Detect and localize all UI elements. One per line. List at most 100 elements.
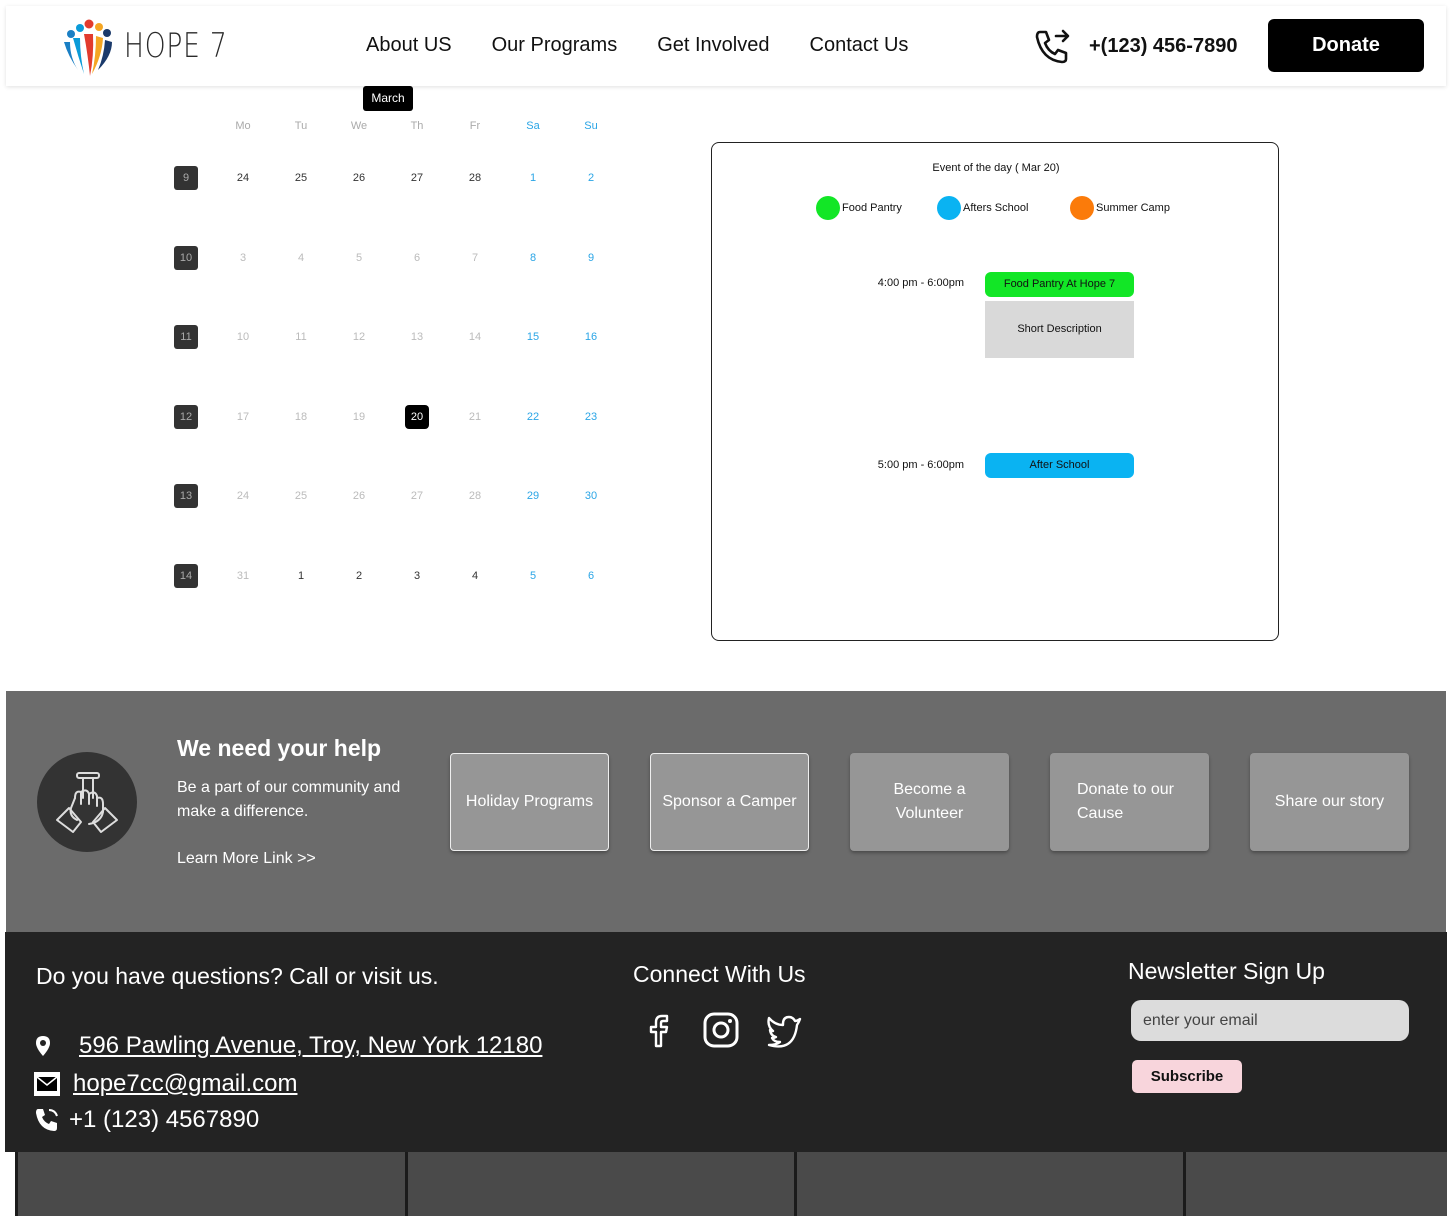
summer-camp-dot-icon (1070, 196, 1094, 220)
calendar-day[interactable]: 19 (339, 405, 379, 429)
month-tooltip: March (363, 86, 413, 111)
calendar-day[interactable]: 4 (455, 564, 495, 588)
instagram-icon[interactable] (701, 1010, 741, 1050)
calendar-day[interactable]: 24 (223, 166, 263, 190)
week-number: 12 (174, 405, 198, 429)
calendar-day[interactable]: 9 (571, 246, 611, 270)
after-school-dot-icon (937, 196, 961, 220)
calendar-day[interactable]: 15 (513, 325, 553, 349)
footer-phone[interactable]: +1 (123) 4567890 (69, 1106, 259, 1134)
calendar-day[interactable]: 4 (281, 246, 321, 270)
nav-get-involved[interactable]: Get Involved (657, 34, 769, 57)
calendar-day[interactable]: 14 (455, 325, 495, 349)
calendar-day[interactable]: 8 (513, 246, 553, 270)
calendar-day[interactable]: 29 (513, 484, 553, 508)
event-of-the-day-panel: Event of the day ( Mar 20) Food Pantry A… (711, 142, 1279, 641)
weekday-label: We (350, 120, 368, 132)
legend-label: Food Pantry (842, 202, 902, 214)
calendar-day[interactable]: 25 (281, 166, 321, 190)
food-pantry-dot-icon (816, 196, 840, 220)
calendar-day[interactable]: 7 (455, 246, 495, 270)
bottom-panel (1183, 1152, 1447, 1216)
nav-contact-us[interactable]: Contact Us (810, 34, 909, 57)
calendar-day-selected[interactable]: 20 (405, 405, 429, 429)
weekday-label: Th (410, 120, 424, 132)
help-section: We need your help Be a part of our commu… (6, 691, 1446, 933)
calendar-day[interactable]: 26 (339, 166, 379, 190)
logo[interactable]: HOPE 7 (58, 16, 257, 76)
card-donate-to-our-cause[interactable]: Donate to our Cause (1050, 753, 1209, 851)
newsletter-email-input[interactable] (1131, 1000, 1409, 1041)
calendar-day[interactable]: 1 (281, 564, 321, 588)
card-become-a-volunteer[interactable]: Become a Volunteer (850, 753, 1009, 851)
calendar-day[interactable]: 3 (397, 564, 437, 588)
nav-about-us[interactable]: About US (366, 34, 452, 57)
week-number: 14 (174, 564, 198, 588)
address-link[interactable]: 596 Pawling Avenue, Troy, New York 12180 (79, 1032, 542, 1060)
learn-more-link[interactable]: Learn More Link >> (177, 850, 316, 868)
card-holiday-programs[interactable]: Holiday Programs (450, 753, 609, 851)
main-nav: About US Our Programs Get Involved Conta… (366, 34, 908, 57)
location-pin-icon (36, 1036, 50, 1056)
mail-icon (34, 1072, 60, 1096)
weekday-label: Fr (469, 120, 481, 132)
contact-heading: Do you have questions? Call or visit us. (36, 963, 439, 989)
hope7-logo-icon (64, 19, 112, 76)
weekday-label: Su (584, 120, 598, 132)
calendar-day[interactable]: 5 (513, 564, 553, 588)
help-title: We need your help (177, 735, 382, 761)
legend-food-pantry: Food Pantry (816, 196, 902, 220)
calendar-day[interactable]: 25 (281, 484, 321, 508)
calendar-day[interactable]: 6 (397, 246, 437, 270)
calendar-day[interactable]: 18 (281, 405, 321, 429)
calendar-day[interactable]: 13 (397, 325, 437, 349)
calendar-day[interactable]: 28 (455, 484, 495, 508)
twitter-icon[interactable] (764, 1010, 804, 1050)
calendar-day[interactable]: 10 (223, 325, 263, 349)
connect-heading: Connect With Us (633, 961, 806, 987)
email-link[interactable]: hope7cc@gmail.com (73, 1070, 297, 1098)
event-food-pantry[interactable]: Food Pantry At Hope 7 (985, 272, 1134, 297)
calendar-day[interactable]: 24 (223, 484, 263, 508)
donate-button[interactable]: Donate (1268, 19, 1424, 72)
calendar-day[interactable]: 30 (571, 484, 611, 508)
calendar-day[interactable]: 3 (223, 246, 263, 270)
calendar-day[interactable]: 31 (223, 564, 263, 588)
calendar-day[interactable]: 21 (455, 405, 495, 429)
card-sponsor-a-camper[interactable]: Sponsor a Camper (650, 753, 809, 851)
legend-label: Summer Camp (1096, 202, 1170, 214)
week-number: 13 (174, 484, 198, 508)
weekday-label: Mo (235, 120, 251, 132)
calendar-day[interactable]: 2 (571, 166, 611, 190)
calendar-day[interactable]: 5 (339, 246, 379, 270)
page: HOPE 7 About US Our Programs Get Involve… (0, 0, 1452, 1216)
weekday-label: Tu (294, 120, 308, 132)
newsletter-heading: Newsletter Sign Up (1128, 958, 1325, 984)
calendar-day[interactable]: 26 (339, 484, 379, 508)
email-row: hope7cc@gmail.com (33, 1070, 297, 1098)
header-phone[interactable]: +(123) 456-7890 (1089, 35, 1237, 58)
calendar-day[interactable]: 27 (397, 484, 437, 508)
calendar-day[interactable]: 17 (223, 405, 263, 429)
nav-our-programs[interactable]: Our Programs (492, 34, 618, 57)
subscribe-button[interactable]: Subscribe (1132, 1060, 1242, 1093)
bottom-panel (794, 1152, 1186, 1216)
calendar-day[interactable]: 23 (571, 405, 611, 429)
calendar-day[interactable]: 16 (571, 325, 611, 349)
facebook-icon[interactable] (639, 1010, 679, 1050)
calendar-day[interactable]: 12 (339, 325, 379, 349)
card-share-our-story[interactable]: Share our story (1250, 753, 1409, 851)
legend-label: Afters School (963, 202, 1029, 214)
calendar-day[interactable]: 22 (513, 405, 553, 429)
calendar-day[interactable]: 2 (339, 564, 379, 588)
week-number: 10 (174, 246, 198, 270)
calendar-day[interactable]: 1 (513, 166, 553, 190)
calendar-day[interactable]: 28 (455, 166, 495, 190)
phone-icon (36, 1109, 58, 1131)
calendar-day[interactable]: 27 (397, 166, 437, 190)
week-number: 11 (174, 325, 198, 349)
help-subtitle: Be a part of our community and make a di… (177, 779, 401, 820)
event-after-school[interactable]: After School (985, 453, 1134, 478)
calendar-day[interactable]: 6 (571, 564, 611, 588)
calendar-day[interactable]: 11 (281, 325, 321, 349)
